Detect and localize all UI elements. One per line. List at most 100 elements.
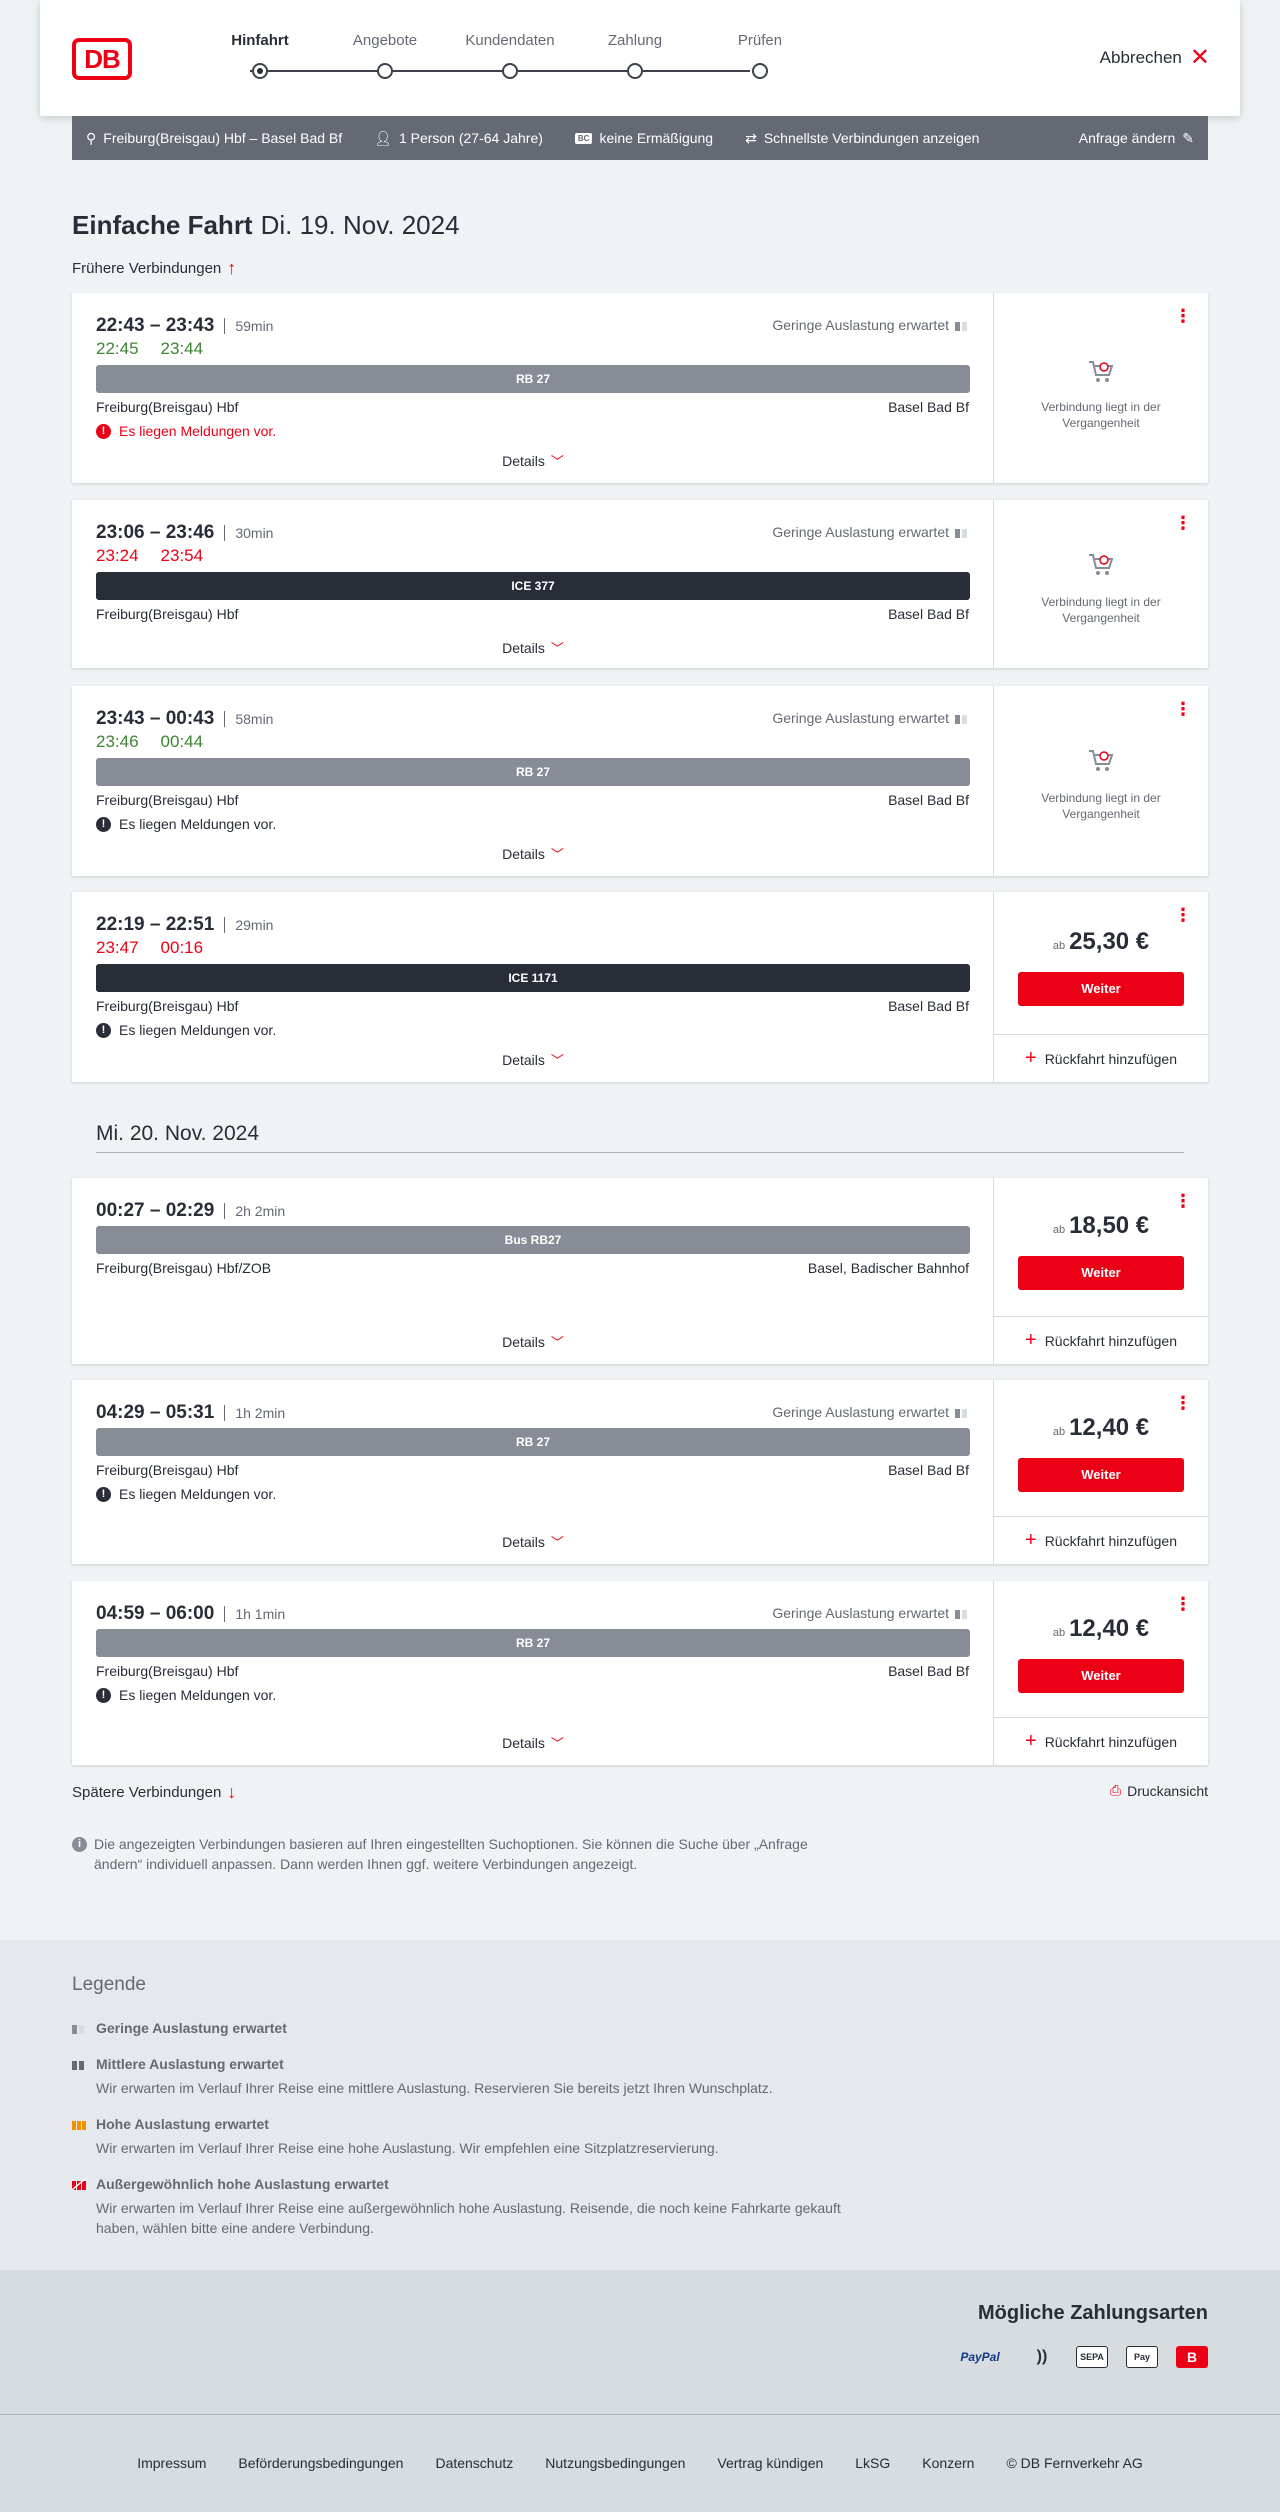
load-indicator: Geringe Auslastung erwartet [772,317,969,333]
departure-station: Freiburg(Breisgau) Hbf/ZOB [96,1260,272,1276]
cart-icon [1089,554,1114,575]
plus-icon: + [1025,1730,1037,1752]
continue-button[interactable]: Weiter [1018,972,1184,1006]
low-load-icon [955,1406,969,1418]
info-message: ! Es liegen Meldungen vor. [96,1022,276,1038]
connection-card: 23:43 – 00:43 58min Geringe Auslastung er… [72,686,1208,876]
footer-link-konzern[interactable]: Konzern [922,2455,974,2471]
search-info-note: i Die angezeigten Verbindungen basieren a… [72,1834,852,1874]
arrival-station: Basel Bad Bf [888,606,969,622]
chevron-down-icon: ﹀ [550,454,564,469]
db-logo[interactable]: DB [72,38,132,80]
price: ab 18,50 € [1052,1212,1150,1239]
logo-text: DB [84,43,121,74]
footer-link-nutzungsbedingungen[interactable]: Nutzungsbedingungen [545,2455,685,2471]
realtime-times: 22:45 23:44 [96,339,204,358]
more-options-icon[interactable]: ⋮ [1174,307,1192,325]
connection-info: 22:43 – 23:43 59min Geringe Auslastung er… [72,293,994,483]
duration: 30min [224,525,274,541]
load-indicator: Geringe Auslastung erwartet [772,1605,969,1621]
add-return-button[interactable]: + Rückfahrt hinzufügen [994,1316,1208,1364]
arrival-station: Basel Bad Bf [888,399,969,415]
details-toggle[interactable]: Details ﹀ [72,844,994,863]
connection-card: 04:59 – 06:00 1h 1min Geringe Auslastung … [72,1581,1208,1765]
train-bar[interactable]: RB 27 [96,1629,970,1657]
info-bang-icon: ! [96,1486,111,1502]
train-bar[interactable]: RB 27 [96,1428,970,1456]
footer-link-befoerderungsbedingungen[interactable]: Beförderungsbedingungen [238,2455,403,2471]
details-toggle[interactable]: Details ﹀ [72,451,994,470]
footer-link-impressum[interactable]: Impressum [137,2455,206,2471]
price: ab 12,40 € [1052,1414,1150,1441]
more-options-icon[interactable]: ⋮ [1174,1192,1192,1210]
train-bar[interactable]: RB 27 [96,758,970,786]
offer-panel: ⋮ Verbindung liegt in der Vergangenheit [994,293,1208,483]
low-load-icon [955,1607,969,1619]
step-pruefen: Prüfen [710,32,810,79]
chevron-down-icon: ﹀ [550,641,564,656]
departure-station: Freiburg(Breisgau) Hbf [96,1462,239,1478]
bahncard-icon: BC [574,132,593,144]
info-message: ! Es liegen Meldungen vor. [96,1486,276,1502]
add-return-button[interactable]: + Rückfahrt hinzufügen [994,1717,1208,1765]
connection-times: 22:19 – 22:51 29min [96,914,274,935]
connection-card: 22:43 – 23:43 59min Geringe Auslastung er… [72,293,1208,483]
duration: 58min [224,711,274,727]
search-summary-bar: ⚲ Freiburg(Breisgau) Hbf – Basel Bad Bf 👤… [72,116,1208,160]
add-return-button[interactable]: + Rückfahrt hinzufügen [994,1034,1208,1082]
departure-station: Freiburg(Breisgau) Hbf [96,606,239,622]
details-toggle[interactable]: Details ﹀ [72,1532,994,1551]
more-options-icon[interactable]: ⋮ [1174,906,1192,924]
train-bar[interactable]: ICE 1171 [96,964,970,992]
later-connections-link[interactable]: Spätere Verbindungen ↓ [72,1782,236,1803]
continue-button[interactable]: Weiter [1018,1256,1184,1290]
details-toggle[interactable]: Details ﹀ [72,1733,994,1752]
cancel-button[interactable]: Abbrechen ✕ [1100,46,1210,70]
offer-panel: ⋮ ab 18,50 € Weiter + Rückfahrt hinzufügen [994,1178,1208,1364]
details-toggle[interactable]: Details ﹀ [72,638,994,657]
continue-button[interactable]: Weiter [1018,1659,1184,1693]
info-icon: i [72,1837,87,1852]
departure-station: Freiburg(Breisgau) Hbf [96,998,239,1014]
footer-link-lksg[interactable]: LkSG [855,2455,890,2471]
train-bar[interactable]: RB 27 [96,365,970,393]
steps-line [250,70,750,72]
info-message: ! Es liegen Meldungen vor. [96,1687,276,1703]
low-load-icon [72,2025,84,2034]
more-options-icon[interactable]: ⋮ [1174,1595,1192,1613]
info-bang-icon: ! [96,1687,111,1703]
details-toggle[interactable]: Details ﹀ [72,1050,994,1069]
connection-info: 04:29 – 05:31 1h 2min Geringe Auslastung … [72,1380,994,1564]
load-indicator: Geringe Auslastung erwartet [772,524,969,540]
step-hinfahrt: Hinfahrt [210,32,310,79]
more-options-icon[interactable]: ⋮ [1174,514,1192,532]
add-return-button[interactable]: + Rückfahrt hinzufügen [994,1516,1208,1564]
more-options-icon[interactable]: ⋮ [1174,1394,1192,1412]
payment-section: Mögliche Zahlungsarten PayPal )) SEPA Pa… [0,2270,1280,2414]
print-view-link[interactable]: ⎙ Druckansicht [1110,1782,1208,1799]
connection-card: 00:27 – 02:29 2h 2min Bus RB27 Freiburg(B… [72,1178,1208,1364]
step-dot [752,63,768,79]
train-bar[interactable]: Bus RB27 [96,1226,970,1254]
step-dot [252,63,268,79]
low-load-icon [955,712,969,724]
train-bar[interactable]: ICE 377 [96,572,970,600]
arrow-down-icon: ↓ [227,1782,237,1802]
continue-button[interactable]: Weiter [1018,1458,1184,1492]
details-toggle[interactable]: Details ﹀ [72,1332,994,1351]
edit-search-button[interactable]: Anfrage ändern ✎ [1079,130,1194,147]
connection-times: 04:59 – 06:00 1h 1min [96,1603,286,1624]
connection-card: 23:06 – 23:46 30min Geringe Auslastung er… [72,500,1208,668]
sepa-icon: SEPA [1076,2346,1108,2368]
earlier-connections-link[interactable]: Frühere Verbindungen ↑ [72,258,236,279]
footer-link-vertrag-kuendigen[interactable]: Vertrag kündigen [717,2455,823,2471]
chevron-down-icon: ﹀ [550,847,564,862]
footer-link-datenschutz[interactable]: Datenschutz [435,2455,513,2471]
very-high-load-icon [72,2178,86,2190]
alert-icon: ! [96,423,111,439]
past-connection-text: Verbindung liegt in der Vergangenheit [1041,595,1161,625]
duration: 1h 1min [224,1606,286,1622]
offer-panel: ⋮ ab 25,30 € Weiter + Rückfahrt hinzufügen [994,892,1208,1082]
connection-info: 04:59 – 06:00 1h 1min Geringe Auslastung … [72,1581,994,1765]
more-options-icon[interactable]: ⋮ [1174,700,1192,718]
